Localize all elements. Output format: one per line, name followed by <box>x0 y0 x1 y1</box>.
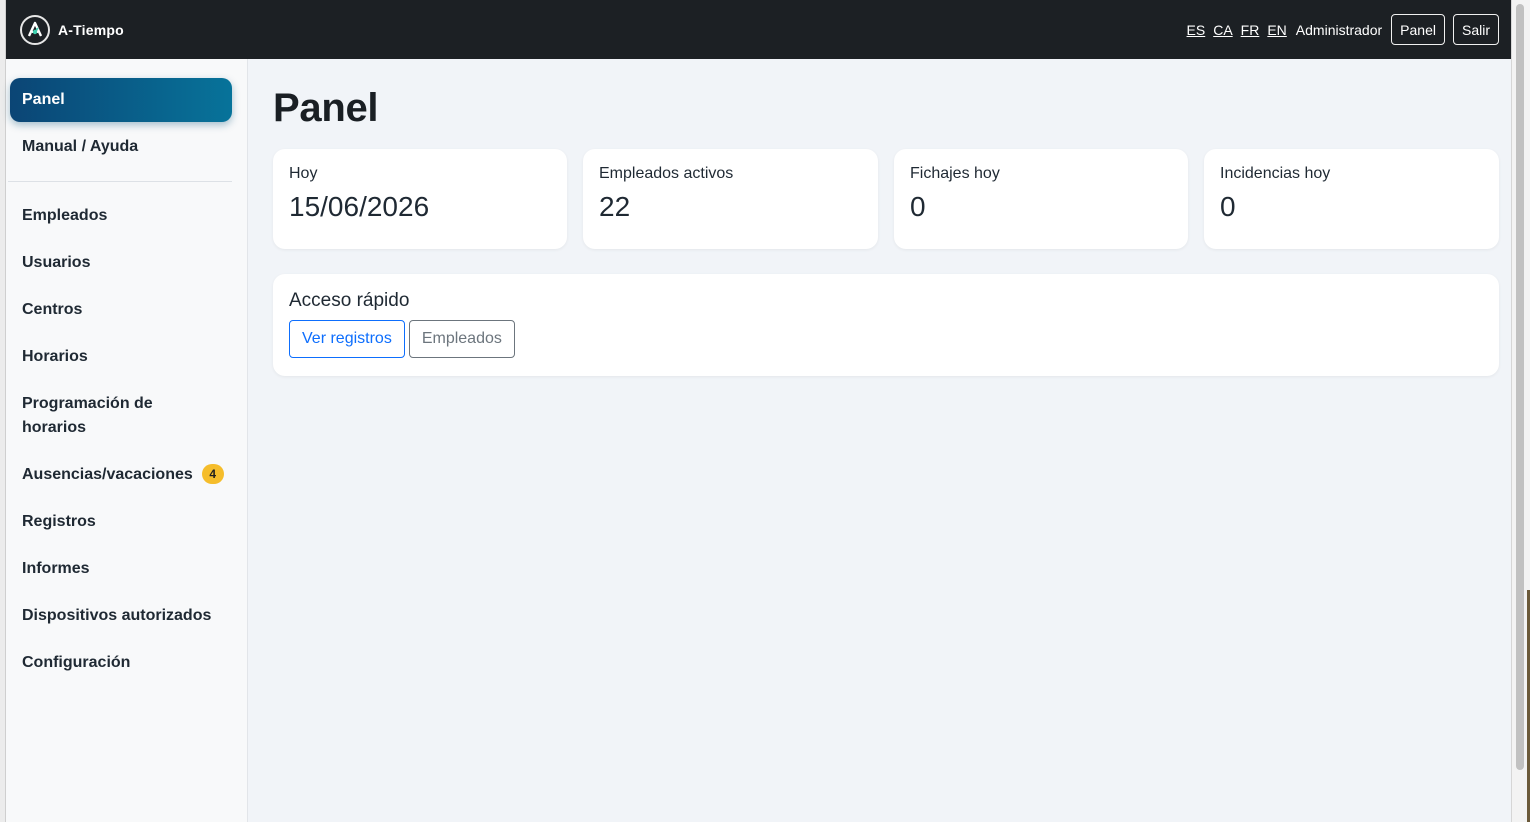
top-navbar: A-Tiempo ES CA FR EN Administrador Panel… <box>6 0 1511 59</box>
stat-label: Incidencias hoy <box>1220 165 1331 182</box>
quick-access-title: Acceso rápido <box>289 290 410 311</box>
lang-es-link[interactable]: ES <box>1187 22 1206 38</box>
panel-button[interactable]: Panel <box>1391 14 1445 45</box>
stat-label: Fichajes hoy <box>910 165 1000 182</box>
sidebar-item-label: Ausencias/vacaciones <box>22 466 193 483</box>
brand-name: A-Tiempo <box>58 21 124 38</box>
sidebar: Panel Manual / Ayuda Empleados Usuarios … <box>6 59 248 822</box>
sidebar-item-empleados[interactable]: Empleados <box>22 204 107 228</box>
stat-value: 15/06/2026 <box>289 191 430 222</box>
employees-button[interactable]: Empleados <box>408 320 515 358</box>
stat-card-clockins-today: Fichajes hoy 0 <box>894 149 1188 249</box>
sidebar-item-usuarios[interactable]: Usuarios <box>22 251 90 275</box>
stat-label: Empleados activos <box>599 165 734 182</box>
quick-access-buttons: Ver registros Empleados <box>289 320 1483 358</box>
sidebar-item-registros[interactable]: Registros <box>22 510 96 534</box>
sidebar-item-ausencias[interactable]: Ausencias/vacaciones 4 <box>22 463 224 487</box>
sidebar-item-programacion[interactable]: Programación de horarios <box>22 392 202 440</box>
stat-value: 22 <box>599 191 631 222</box>
sidebar-item-panel[interactable]: Panel <box>10 78 232 122</box>
lang-fr-link[interactable]: FR <box>1241 22 1260 38</box>
user-label: Administrador <box>1295 21 1383 38</box>
stat-value: 0 <box>1220 191 1236 222</box>
stat-value: 0 <box>910 191 926 222</box>
lang-en-link[interactable]: EN <box>1267 22 1286 38</box>
clock-logo-icon <box>20 14 50 45</box>
sidebar-item-centros[interactable]: Centros <box>22 298 82 322</box>
page-title: Panel <box>273 86 379 130</box>
sidebar-divider <box>8 181 232 182</box>
stat-card-active-employees: Empleados activos 22 <box>583 149 878 249</box>
vertical-scrollbar[interactable] <box>1511 0 1530 822</box>
sidebar-item-configuracion[interactable]: Configuración <box>22 651 130 675</box>
pending-count-badge: 4 <box>201 464 224 484</box>
sidebar-item-informes[interactable]: Informes <box>22 557 90 581</box>
app-window: A-Tiempo ES CA FR EN Administrador Panel… <box>6 0 1511 822</box>
brand[interactable]: A-Tiempo <box>20 14 124 45</box>
quick-access-card: Acceso rápido Ver registros Empleados <box>273 274 1499 376</box>
sidebar-item-dispositivos[interactable]: Dispositivos autorizados <box>22 604 211 628</box>
window-right-edge <box>1511 0 1530 822</box>
scrollbar-thumb[interactable] <box>1516 4 1524 770</box>
lang-ca-link[interactable]: CA <box>1213 22 1232 38</box>
sidebar-item-help[interactable]: Manual / Ayuda <box>22 135 138 159</box>
stat-card-today: Hoy 15/06/2026 <box>273 149 567 249</box>
stat-card-incidents-today: Incidencias hoy 0 <box>1204 149 1499 249</box>
stat-label: Hoy <box>289 165 318 182</box>
view-records-button[interactable]: Ver registros <box>289 320 405 358</box>
logout-button[interactable]: Salir <box>1452 14 1499 45</box>
topbar-actions: ES CA FR EN Administrador Panel Salir <box>1187 14 1499 45</box>
sidebar-item-horarios[interactable]: Horarios <box>22 345 88 369</box>
